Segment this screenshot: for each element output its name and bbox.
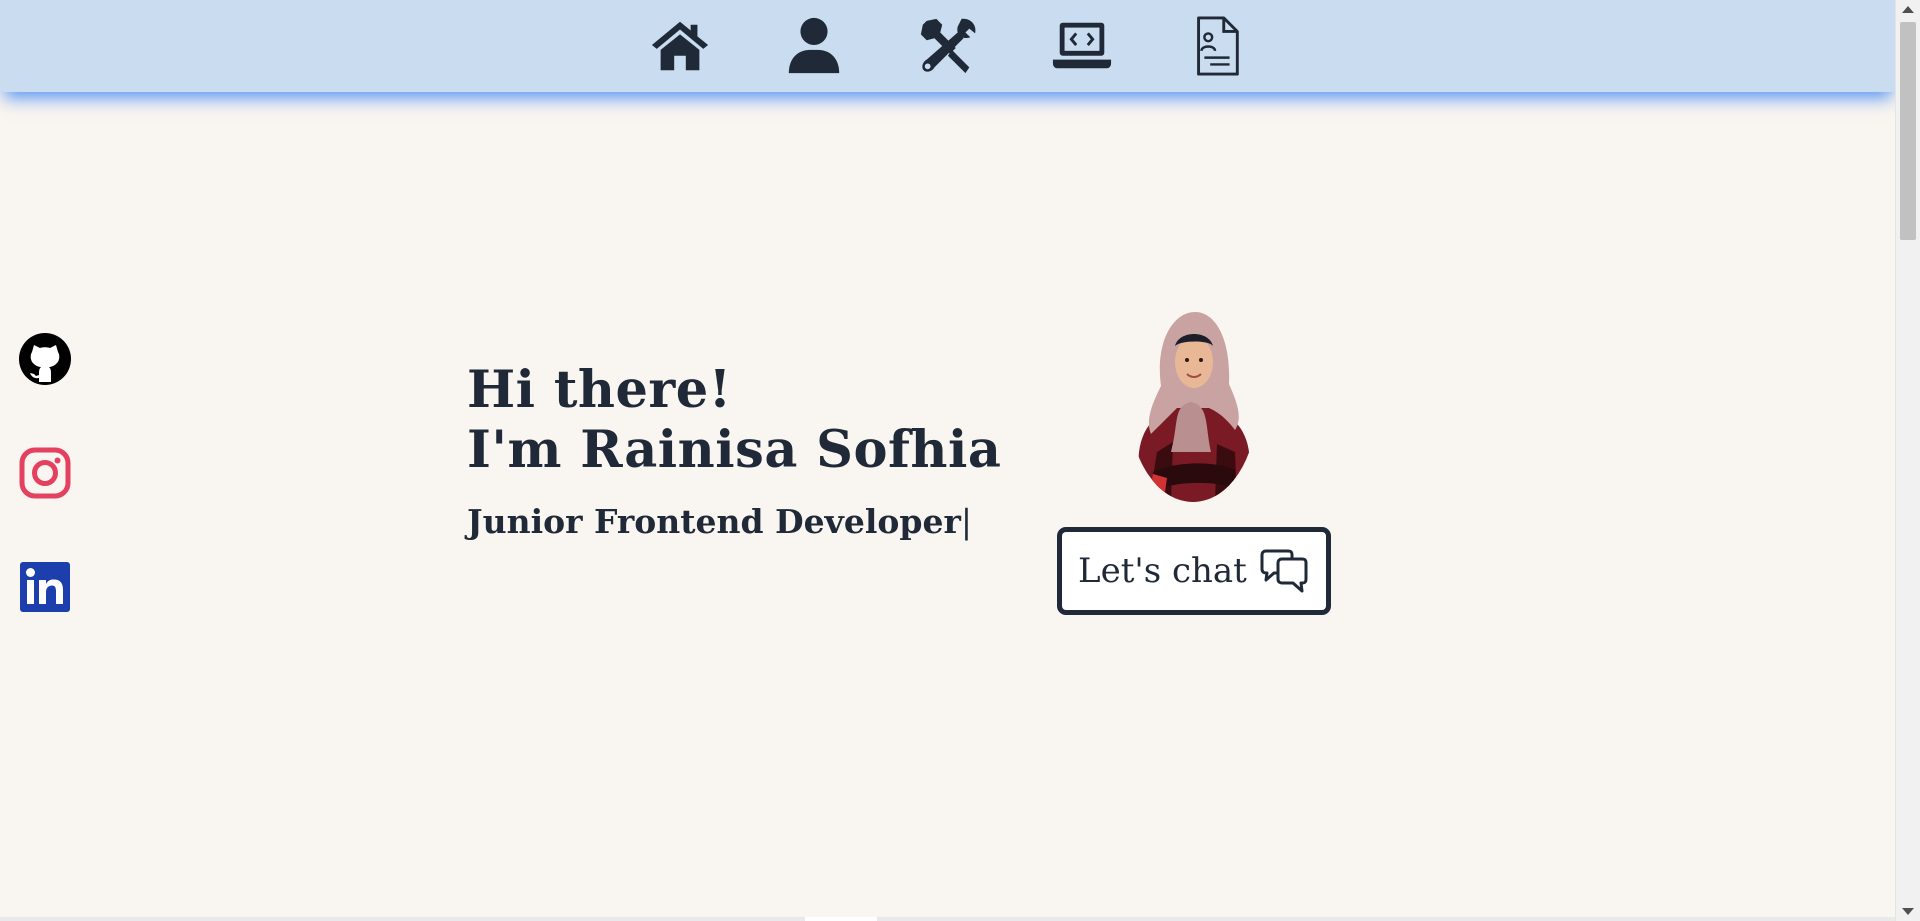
instagram-icon: [19, 447, 71, 499]
greeting-line-2: I'm Rainisa Sofhia: [467, 420, 1002, 480]
hero-section: Hi there! I'm Rainisa Sofhia Junior Fron…: [467, 360, 1001, 541]
github-icon: [19, 333, 71, 385]
home-icon: [651, 21, 709, 71]
laptop-code-icon: [1052, 22, 1112, 69]
scroll-up-arrow-icon[interactable]: [1902, 6, 1914, 13]
hero-heading: Hi there! I'm Rainisa Sofhia: [467, 360, 1001, 480]
resume-icon: [1197, 16, 1239, 76]
chat-button-label: Let's chat: [1078, 551, 1247, 591]
profile-photo: [1113, 302, 1273, 502]
scroll-down-arrow-icon[interactable]: [1902, 908, 1914, 915]
social-sidebar: [18, 332, 72, 674]
instagram-link[interactable]: [18, 446, 72, 500]
scrollbar-thumb[interactable]: [1900, 22, 1916, 240]
greeting-line-1: Hi there!: [467, 360, 732, 420]
nav-home-button[interactable]: [649, 15, 711, 77]
vertical-scrollbar[interactable]: [1895, 0, 1920, 921]
github-link[interactable]: [18, 332, 72, 386]
lets-chat-button[interactable]: Let's chat: [1057, 527, 1331, 615]
tools-icon: [920, 18, 976, 74]
user-icon: [788, 17, 840, 74]
horizontal-scrollbar-thumb[interactable]: [805, 917, 877, 921]
linkedin-icon: [20, 562, 70, 612]
role-text: Junior Frontend Developer: [467, 502, 961, 541]
linkedin-link[interactable]: [18, 560, 72, 614]
top-navbar: [0, 0, 1896, 92]
nav-resume-button[interactable]: [1185, 15, 1247, 77]
typing-cursor: |: [960, 502, 972, 541]
chat-bubbles-icon: [1260, 549, 1308, 593]
nav-projects-button[interactable]: [1051, 15, 1113, 77]
nav-about-button[interactable]: [783, 15, 845, 77]
role-subtitle: Junior Frontend Developer|: [467, 502, 1001, 541]
nav-skills-button[interactable]: [917, 15, 979, 77]
horizontal-scrollbar[interactable]: [0, 917, 1896, 921]
